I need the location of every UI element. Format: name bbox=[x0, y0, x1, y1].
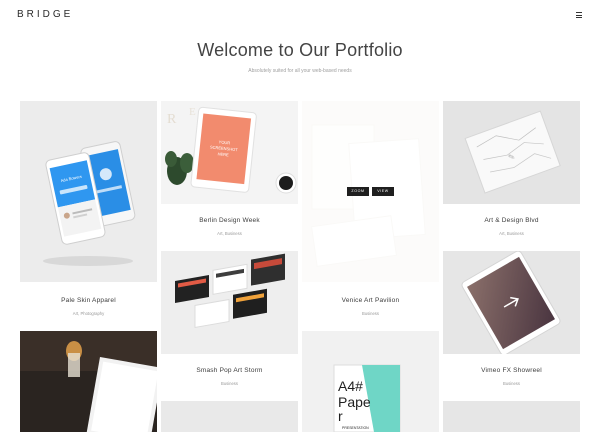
laptop-desk-image bbox=[20, 331, 157, 432]
ipad-mockup-image: R E T YOUR SCREENSHOT HERE bbox=[161, 101, 298, 204]
portfolio-item-category[interactable]: Art, Business bbox=[443, 231, 580, 236]
portfolio-thumb[interactable] bbox=[20, 331, 157, 432]
site-logo[interactable]: BRIDGE bbox=[17, 9, 73, 20]
sketch-paper-image: ✎ bbox=[443, 101, 580, 204]
portfolio-item-smash-pop[interactable]: Smash Pop Art Storm Business bbox=[161, 251, 298, 398]
zoom-button[interactable]: ZOOM bbox=[347, 187, 369, 196]
portfolio-thumb[interactable] bbox=[443, 251, 580, 354]
poster-image: A4# Pape r PRESENTATION bbox=[302, 331, 439, 432]
screens-mockup-image bbox=[161, 251, 298, 354]
portfolio-item-title[interactable]: Vimeo FX Showreel bbox=[443, 367, 580, 374]
portfolio-item-category[interactable]: Art, Photography bbox=[20, 311, 157, 316]
hover-overlay bbox=[302, 101, 439, 282]
portfolio-item-pale-skin[interactable]: Ada Bowers Pale Skin Apparel Art, Photog… bbox=[20, 101, 157, 329]
portfolio-thumb[interactable] bbox=[161, 401, 298, 432]
portfolio-item-venice[interactable]: ZOOM VIEW Venice Art Pavilion Business bbox=[302, 101, 439, 329]
portfolio-thumb[interactable] bbox=[443, 401, 580, 432]
portfolio-item-partial-2[interactable] bbox=[161, 401, 298, 432]
portfolio-item-title[interactable]: Pale Skin Apparel bbox=[20, 297, 157, 304]
portfolio-item-a4-paper-partial[interactable]: A4# Pape r PRESENTATION bbox=[302, 331, 439, 432]
portfolio-thumb[interactable]: ✎ bbox=[443, 101, 580, 204]
svg-text:R: R bbox=[167, 112, 177, 127]
portfolio-item-category[interactable]: Business bbox=[302, 311, 439, 316]
portfolio-item-berlin[interactable]: R E T YOUR SCREENSHOT HERE Berlin Design… bbox=[161, 101, 298, 248]
portfolio-thumb[interactable]: Ada Bowers bbox=[20, 101, 157, 282]
portfolio-thumb[interactable]: R E T YOUR SCREENSHOT HERE bbox=[161, 101, 298, 204]
portfolio-item-title[interactable]: Berlin Design Week bbox=[161, 217, 298, 224]
portfolio-caption: Vimeo FX Showreel Business bbox=[443, 367, 580, 386]
portfolio-item-vimeo[interactable]: Vimeo FX Showreel Business bbox=[443, 251, 580, 398]
page-title: Welcome to Our Portfolio bbox=[197, 40, 403, 60]
portfolio-item-title[interactable]: Art & Design Blvd bbox=[443, 217, 580, 224]
portfolio-item-title[interactable]: Smash Pop Art Storm bbox=[161, 367, 298, 374]
portfolio-item-category[interactable]: Business bbox=[443, 381, 580, 386]
svg-text:E: E bbox=[189, 106, 196, 118]
portfolio-item-title[interactable]: Venice Art Pavilion bbox=[302, 297, 439, 304]
poster-text-line1: A4# bbox=[338, 378, 363, 394]
portfolio-item-category[interactable]: Art, Business bbox=[161, 231, 298, 236]
portfolio-caption: Smash Pop Art Storm Business bbox=[161, 367, 298, 386]
portfolio-item-art-design[interactable]: ✎ Art & Design Blvd Art, Business bbox=[443, 101, 580, 248]
portfolio-item-category[interactable]: Business bbox=[161, 381, 298, 386]
menu-icon[interactable] bbox=[576, 12, 582, 18]
poster-text-line2: Pape bbox=[338, 394, 371, 410]
portfolio-thumb[interactable] bbox=[161, 251, 298, 354]
portfolio-item-partial-4[interactable] bbox=[443, 401, 580, 432]
poster-text-line3: r bbox=[338, 408, 343, 424]
portfolio-caption: Berlin Design Week Art, Business bbox=[161, 217, 298, 236]
portfolio-caption: Art & Design Blvd Art, Business bbox=[443, 217, 580, 236]
site-header: BRIDGE bbox=[0, 0, 600, 34]
portfolio-item-laptop-partial[interactable] bbox=[20, 331, 157, 432]
view-button[interactable]: VIEW bbox=[372, 187, 394, 196]
tablet-mockup-image bbox=[443, 251, 580, 354]
portfolio-caption: Venice Art Pavilion Business bbox=[302, 297, 439, 316]
portfolio-caption: Pale Skin Apparel Art, Photography bbox=[20, 297, 157, 316]
portfolio-thumb[interactable]: A4# Pape r PRESENTATION bbox=[302, 331, 439, 432]
page-subtitle: Absolutely suited for all your web-based… bbox=[248, 68, 352, 74]
poster-footer: PRESENTATION bbox=[342, 426, 369, 430]
phone-mockup-image: Ada Bowers bbox=[20, 101, 157, 282]
